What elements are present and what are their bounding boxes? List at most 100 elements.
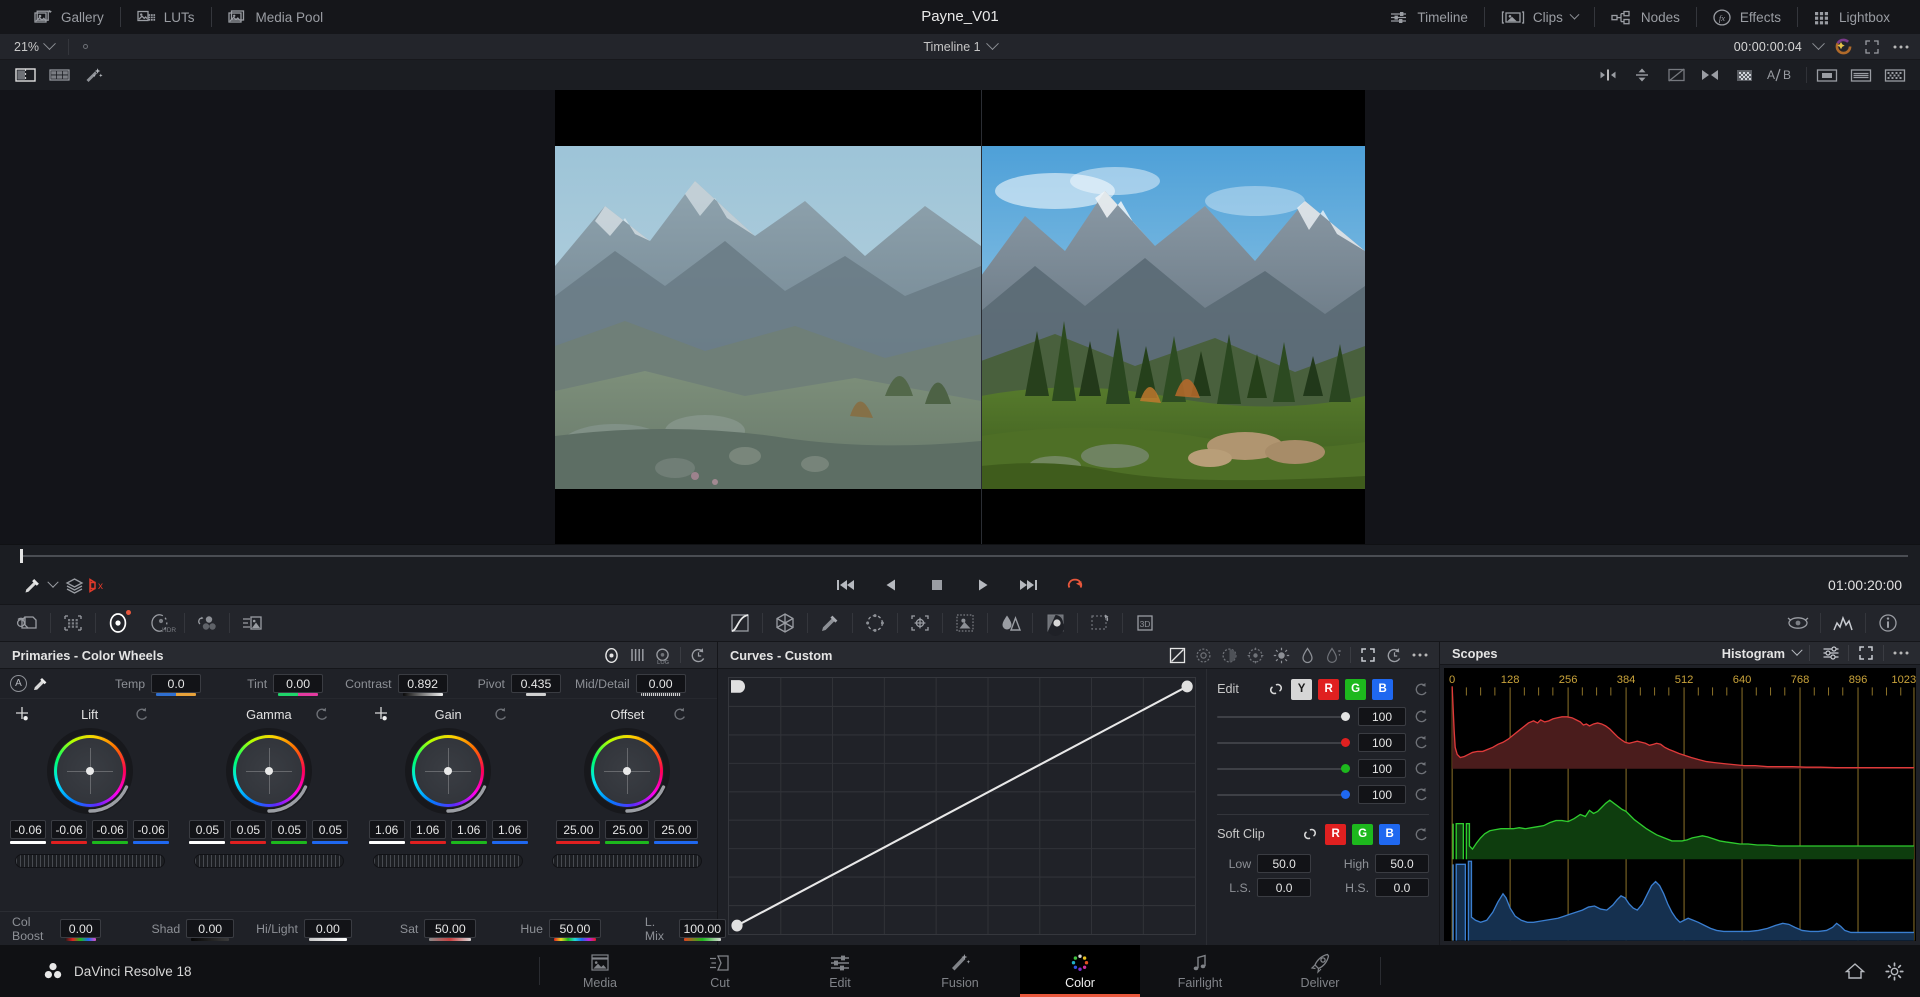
reset-slider-y-icon[interactable]	[1414, 709, 1429, 724]
lift-value-r[interactable]: -0.06	[51, 820, 88, 844]
auto-balance-mode-badge[interactable]: A	[10, 675, 27, 692]
curve-slider-b-knob[interactable]	[1341, 790, 1350, 799]
curve-slider-g-track[interactable]	[1217, 764, 1350, 773]
gamma-value-b[interactable]: 0.05	[312, 820, 349, 844]
lift-value-b[interactable]: -0.06	[133, 820, 170, 844]
offset-wheel-body[interactable]	[594, 738, 661, 804]
gain-wheel-body[interactable]	[415, 738, 482, 804]
gamma-reset-icon[interactable]	[315, 707, 329, 721]
temp-control[interactable]: Temp 0.0	[115, 674, 202, 696]
auto-balance-eyedropper-icon[interactable]	[27, 675, 55, 692]
ab-compare-button[interactable]: A B	[1761, 62, 1803, 88]
magic-mask-button[interactable]	[943, 606, 987, 640]
more-options-icon[interactable]	[1892, 44, 1910, 50]
saturation-control[interactable]: Sat 50.00	[400, 919, 477, 941]
magic-wand-button[interactable]	[76, 62, 110, 88]
custom-curve-graph[interactable]	[728, 677, 1197, 935]
col-boost-control[interactable]: Col Boost 0.00	[12, 915, 102, 943]
info-palette-button[interactable]	[1866, 606, 1910, 640]
lift-color-wheel[interactable]	[46, 728, 133, 814]
curve-slider-r-field[interactable]: 100	[1358, 733, 1406, 752]
chevron-down-icon[interactable]	[1812, 37, 1825, 51]
lift-value-y[interactable]: -0.06	[10, 820, 47, 844]
custom-curve-mode-icon[interactable]	[1164, 644, 1190, 666]
fullscreen-icon[interactable]	[1864, 39, 1880, 55]
color-wheels-palette-button[interactable]	[96, 606, 140, 640]
scrubber-track[interactable]	[22, 555, 1908, 557]
page-tab-edit[interactable]: Edit	[780, 945, 900, 997]
curve-slider-g-field[interactable]: 100	[1358, 759, 1406, 778]
wipe-disabled-button[interactable]	[1659, 62, 1693, 88]
wipe-split-line[interactable]	[981, 89, 982, 545]
offset-hue-ring[interactable]	[591, 735, 664, 807]
viewer-mode-stacked-button[interactable]	[1844, 62, 1878, 88]
soft-clip-g-button[interactable]: G	[1352, 823, 1374, 845]
stereo-3d-button[interactable]: 3D	[1123, 606, 1167, 640]
gamma-knob[interactable]	[264, 767, 273, 775]
offset-color-wheel[interactable]	[584, 728, 671, 814]
histogram-scope[interactable]: 0 128 256 384 512 640 768 896 1023	[1444, 668, 1916, 941]
highlights-field[interactable]: 0.00	[303, 919, 352, 941]
lift-reset-icon[interactable]	[135, 707, 149, 721]
channel-y-button[interactable]: Y	[1291, 678, 1313, 700]
gamma-color-wheel[interactable]	[225, 728, 312, 814]
clips-button[interactable]: Clips	[1485, 0, 1594, 34]
log-mode-icon[interactable]: LOG	[650, 644, 676, 666]
offset-knob[interactable]	[623, 767, 632, 775]
curve-slider-y-track[interactable]	[1217, 712, 1350, 721]
offset-master-ring[interactable]	[552, 854, 703, 868]
hue-vs-lum-icon[interactable]	[1242, 644, 1268, 666]
page-tab-cut[interactable]: Cut	[660, 945, 780, 997]
saturation-field[interactable]: 50.00	[424, 919, 477, 941]
gain-hue-ring[interactable]	[412, 735, 485, 807]
lum-vs-sat-icon[interactable]	[1268, 644, 1294, 666]
rgb-mixer-palette-button[interactable]	[185, 606, 229, 640]
expand-scopes-icon[interactable]	[1853, 642, 1879, 664]
reset-slider-b-icon[interactable]	[1414, 787, 1429, 802]
lightbox-button[interactable]: Lightbox	[1798, 0, 1906, 34]
zoom-level-selector[interactable]: 21%	[0, 37, 56, 54]
mid-detail-control[interactable]: Mid/Detail 0.00	[575, 674, 686, 696]
viewer-mode-checker-button[interactable]	[1878, 62, 1912, 88]
chevron-down-icon[interactable]	[1791, 644, 1803, 657]
curve-slider-y[interactable]: 100	[1217, 706, 1429, 727]
blur-palette-button[interactable]	[988, 606, 1032, 640]
motion-effects-button[interactable]	[1078, 606, 1122, 640]
primary-bars-mode-icon[interactable]	[624, 644, 650, 666]
gamma-master-ring[interactable]	[193, 854, 344, 868]
page-tab-deliver[interactable]: Deliver	[1260, 945, 1380, 997]
tint-control[interactable]: Tint 0.00	[247, 674, 324, 696]
key-palette-button[interactable]	[1033, 606, 1077, 640]
chevron-down-icon[interactable]	[1569, 9, 1580, 20]
hue-field[interactable]: 50.00	[548, 919, 601, 941]
nodes-button[interactable]: Nodes	[1595, 0, 1696, 34]
scope-type-selector[interactable]: Histogram	[1722, 644, 1803, 661]
curve-slider-y-knob[interactable]	[1341, 712, 1350, 721]
lift-value-g[interactable]: -0.06	[92, 820, 129, 844]
highlight-toggle-button[interactable]	[1776, 606, 1820, 640]
effects-button[interactable]: fx Effects	[1697, 0, 1797, 34]
curve-graph-area[interactable]	[718, 669, 1206, 945]
color-warper-palette-button[interactable]	[230, 606, 274, 640]
curve-slider-g-knob[interactable]	[1341, 764, 1350, 773]
mid-detail-field[interactable]: 0.00	[635, 674, 686, 696]
color-wheels-mode-icon[interactable]	[598, 644, 624, 666]
sat-vs-sat-icon[interactable]	[1294, 644, 1320, 666]
soft-clip-ls-field[interactable]: 0.0	[1257, 878, 1312, 897]
hdr-palette-button[interactable]: HDR	[140, 606, 184, 640]
page-tab-fusion[interactable]: Fusion	[900, 945, 1020, 997]
gain-value-y[interactable]: 1.06	[368, 820, 405, 844]
lift-master-ring[interactable]	[14, 854, 165, 868]
pivot-control[interactable]: Pivot 0.435	[478, 674, 561, 696]
play-forward-button[interactable]	[971, 573, 995, 597]
gain-value-r[interactable]: 1.06	[409, 820, 446, 844]
lift-crosshair-icon[interactable]	[14, 706, 31, 723]
playhead[interactable]	[20, 549, 23, 563]
expand-curves-icon[interactable]	[1355, 644, 1381, 666]
contrast-control[interactable]: Contrast 0.892	[345, 674, 448, 696]
channel-b-button[interactable]: B	[1372, 678, 1394, 700]
qualifier-eyedropper-button[interactable]	[808, 606, 852, 640]
gamma-wheel-body[interactable]	[235, 738, 302, 804]
chevron-down-icon[interactable]	[43, 37, 56, 51]
temp-field[interactable]: 0.0	[151, 674, 202, 696]
